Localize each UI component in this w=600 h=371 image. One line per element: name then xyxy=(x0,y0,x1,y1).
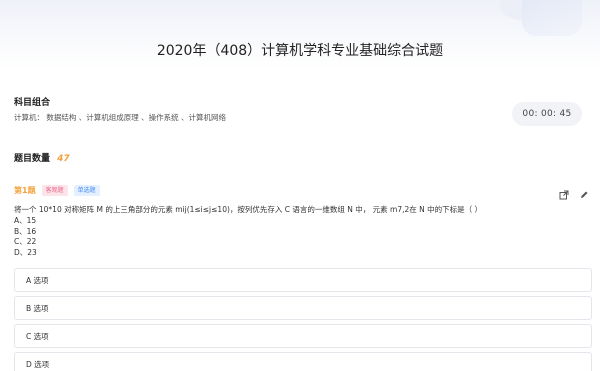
question-number: 第1题 xyxy=(14,186,36,195)
choice-c: C、22 xyxy=(14,237,37,246)
subjects-detail: 计算机： 数据结构 、计算机组成原理 、操作系统 、计算机网络 xyxy=(14,113,227,122)
choice-list: A、15 B、16 C、22 D、23 xyxy=(14,216,37,258)
exam-timer: 00: 00: 45 xyxy=(512,102,582,126)
page-title: 2020年（408）计算机学科专业基础综合试题 xyxy=(156,43,444,59)
question-count-label: 题目数量 xyxy=(14,154,51,164)
pencil-icon[interactable] xyxy=(579,185,589,198)
question-kind-tag: 单选题 xyxy=(73,185,100,196)
choice-d: D、23 xyxy=(14,247,37,257)
option-d[interactable]: D 选项 xyxy=(14,352,592,371)
subjects-label: 科目组合 xyxy=(14,98,51,108)
question-tools xyxy=(559,185,589,200)
question-header: 第1题 客观题 单选题 xyxy=(14,185,100,196)
choice-a: A、15 xyxy=(14,216,37,225)
question-count-value: 47 xyxy=(57,154,70,164)
choice-b: B、16 xyxy=(14,226,37,236)
question-text: 将一个 10*10 对称矩阵 M 的上三角部分的元素 mij(1≤i≤j≤10)… xyxy=(14,205,483,214)
question-count: 题目数量 47 xyxy=(14,151,70,164)
option-a[interactable]: A 选项 xyxy=(14,268,592,292)
option-c[interactable]: C 选项 xyxy=(14,324,592,348)
decorative-shape xyxy=(522,0,582,36)
external-link-icon[interactable] xyxy=(559,185,569,200)
option-b[interactable]: B 选项 xyxy=(14,296,592,320)
question-type-tag: 客观题 xyxy=(41,185,68,196)
